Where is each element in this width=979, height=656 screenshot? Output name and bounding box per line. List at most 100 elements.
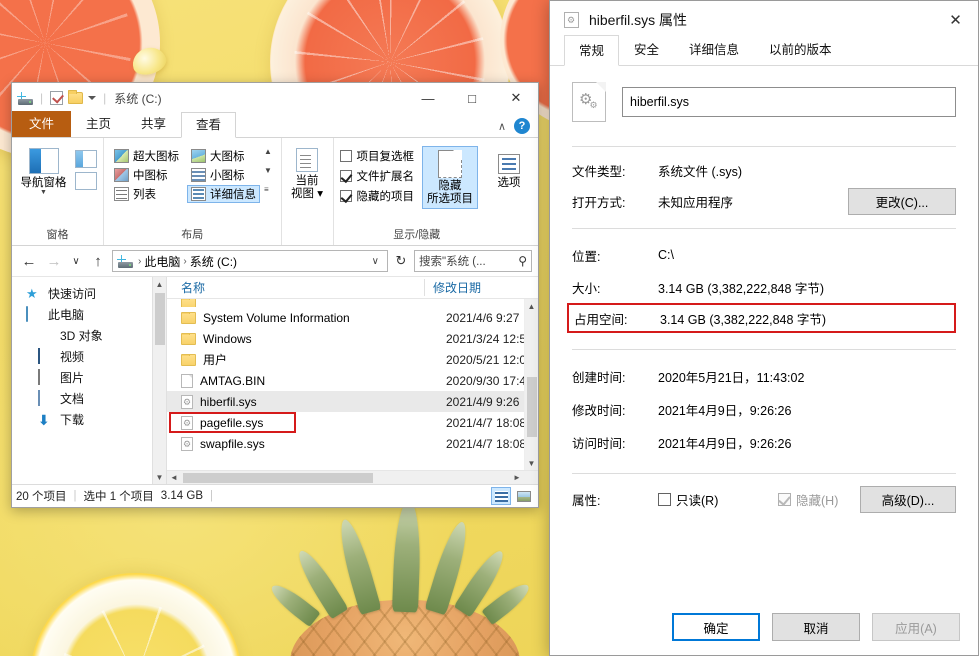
navpane-scroll-thumb[interactable] bbox=[155, 293, 165, 345]
checkbox-item-checkboxes[interactable]: 项目复选框 bbox=[339, 146, 414, 166]
search-input[interactable]: 搜索"系统 (... ⚲ bbox=[414, 250, 532, 272]
table-row[interactable] bbox=[167, 299, 538, 307]
breadcrumb-this-pc[interactable]: 此电脑 bbox=[144, 253, 180, 270]
table-row[interactable]: 用户 2020/5/21 12:0 bbox=[167, 349, 538, 370]
help-icon[interactable]: ? bbox=[514, 118, 530, 134]
thumbnail-view-toggle[interactable] bbox=[514, 487, 534, 505]
file-explorer-window[interactable]: | | 系统 (C:) — □ ✕ 文件 主页 共享 查看 ∧ ? 导航窗格 ▼… bbox=[11, 82, 539, 508]
properties-icon[interactable] bbox=[50, 91, 64, 105]
layout-scroll-controls[interactable]: ▲ ▼ ≡ bbox=[262, 147, 274, 195]
readonly-checkbox[interactable] bbox=[658, 492, 671, 506]
details-view-toggle[interactable] bbox=[491, 487, 511, 505]
table-row[interactable]: swapfile.sys 2021/4/7 18:08 bbox=[167, 433, 538, 454]
ribbon-tabstrip-right[interactable]: ∧ ? bbox=[498, 118, 538, 137]
ribbon-tabstrip[interactable]: 文件 主页 共享 查看 ∧ ? bbox=[12, 111, 538, 138]
sidebar-item-videos[interactable]: 视频 bbox=[12, 346, 166, 367]
address-breadcrumb-bar[interactable]: › 此电脑 › 系统 (C:) ∨ bbox=[112, 250, 388, 272]
filelist-scroll-thumb[interactable] bbox=[527, 377, 537, 437]
tab-view[interactable]: 查看 bbox=[181, 112, 237, 138]
refresh-button[interactable]: ↻ bbox=[391, 250, 411, 272]
filelist-hscroll-thumb[interactable] bbox=[183, 473, 373, 483]
details-pane-icon[interactable] bbox=[75, 172, 97, 190]
layout-scroll-down-icon[interactable]: ▼ bbox=[264, 167, 272, 175]
file-properties-dialog[interactable]: hiberfil.sys 属性 ✕ 常规 安全 详细信息 以前的版本 ⚙⚙ hi… bbox=[549, 0, 979, 656]
table-row-selected[interactable]: hiberfil.sys 2021/4/9 9:26 bbox=[167, 391, 538, 412]
layout-expand-icon[interactable]: ≡ bbox=[264, 186, 272, 194]
options-button[interactable]: 选项 bbox=[486, 146, 532, 190]
table-row[interactable]: pagefile.sys 2021/4/7 18:08 bbox=[167, 412, 538, 433]
hidden-items-checkbox[interactable] bbox=[339, 190, 352, 202]
navigation-pane[interactable]: ★ 快速访问 此电脑 3D 对象 视频 图片 文档 ⬇ 下载 ▲ ▼ bbox=[12, 277, 167, 484]
tab-file[interactable]: 文件 bbox=[12, 111, 72, 137]
quick-access-toolbar[interactable]: | | bbox=[17, 90, 108, 105]
file-extensions-checkbox[interactable] bbox=[339, 170, 352, 182]
file-list-pane[interactable]: 名称 修改日期 System Volume Information 2021/4… bbox=[167, 277, 538, 484]
file-list-header[interactable]: 名称 修改日期 bbox=[167, 277, 538, 299]
show-hide-checkbox-list[interactable]: 项目复选框 文件扩展名 隐藏的项目 bbox=[339, 146, 414, 206]
filename-input[interactable]: hiberfil.sys bbox=[622, 87, 956, 117]
filelist-hscroll-left-icon[interactable]: ◄ bbox=[167, 473, 181, 482]
up-button[interactable]: ↑ bbox=[87, 250, 109, 272]
back-button[interactable]: ← bbox=[18, 250, 40, 272]
table-row[interactable]: AMTAG.BIN 2020/9/30 17:4 bbox=[167, 370, 538, 391]
apply-button[interactable]: 应用(A) bbox=[872, 613, 960, 641]
checkbox-hidden-items[interactable]: 隐藏的项目 bbox=[339, 186, 414, 206]
sidebar-item-documents[interactable]: 文档 bbox=[12, 388, 166, 409]
column-header-date[interactable]: 修改日期 bbox=[424, 279, 524, 296]
preview-pane-icon[interactable] bbox=[75, 150, 97, 168]
navpane-scroll-up-icon[interactable]: ▲ bbox=[153, 277, 166, 291]
current-view-button[interactable]: 当前 视图 ▾ bbox=[288, 144, 327, 201]
tab-previous-versions[interactable]: 以前的版本 bbox=[754, 34, 847, 65]
explorer-titlebar[interactable]: | | 系统 (C:) — □ ✕ bbox=[12, 83, 538, 113]
tab-details[interactable]: 详细信息 bbox=[674, 34, 754, 65]
advanced-button[interactable]: 高级(D)... bbox=[860, 485, 956, 513]
collapse-ribbon-icon[interactable]: ∧ bbox=[498, 120, 506, 133]
breadcrumb-system-c[interactable]: 系统 (C:) bbox=[190, 253, 237, 270]
tab-security[interactable]: 安全 bbox=[619, 34, 674, 65]
layout-details[interactable]: 详细信息 bbox=[187, 185, 260, 203]
close-button[interactable]: ✕ bbox=[933, 1, 978, 39]
address-dropdown-caret-icon[interactable]: ∨ bbox=[368, 256, 383, 267]
filelist-scrollbar[interactable]: ▲ ▼ bbox=[524, 299, 538, 470]
address-bar-row[interactable]: ← → ∨ ↑ › 此电脑 › 系统 (C:) ∨ ↻ 搜索"系统 (... ⚲ bbox=[12, 246, 538, 276]
status-view-toggles[interactable] bbox=[491, 487, 534, 505]
tab-general[interactable]: 常规 bbox=[564, 35, 620, 66]
filelist-scroll-down-icon[interactable]: ▼ bbox=[525, 456, 538, 470]
item-checkboxes-checkbox[interactable] bbox=[339, 150, 352, 162]
close-button[interactable]: ✕ bbox=[494, 83, 538, 113]
forward-button[interactable]: → bbox=[43, 250, 65, 272]
sidebar-item-this-pc[interactable]: 此电脑 bbox=[12, 304, 166, 325]
navpane-scrollbar[interactable]: ▲ ▼ bbox=[152, 277, 166, 484]
customize-qat-caret-icon[interactable] bbox=[88, 96, 97, 100]
maximize-button[interactable]: □ bbox=[450, 83, 494, 113]
layout-scroll-up-icon[interactable]: ▲ bbox=[264, 148, 272, 156]
navigation-pane-caret-icon[interactable]: ▼ bbox=[40, 189, 47, 196]
sidebar-item-quick-access[interactable]: ★ 快速访问 bbox=[12, 283, 166, 304]
filelist-hscroll-right-icon[interactable]: ► bbox=[510, 473, 524, 482]
layout-medium-icons[interactable]: 中图标 bbox=[110, 166, 183, 184]
checkbox-file-extensions[interactable]: 文件扩展名 bbox=[339, 166, 414, 186]
file-list-body[interactable]: System Volume Information 2021/4/6 9:27 … bbox=[167, 299, 538, 470]
minimize-button[interactable]: — bbox=[406, 83, 450, 113]
properties-tabstrip[interactable]: 常规 安全 详细信息 以前的版本 bbox=[550, 35, 978, 66]
layout-extra-large-icons[interactable]: 超大图标 bbox=[110, 147, 183, 165]
hide-selected-items-button[interactable]: 隐藏 所选项目 bbox=[422, 146, 478, 209]
filelist-hscrollbar[interactable]: ◄ ► bbox=[167, 470, 538, 484]
recent-locations-button[interactable]: ∨ bbox=[68, 250, 84, 272]
layout-list[interactable]: 列表 bbox=[110, 185, 183, 203]
table-row[interactable]: System Volume Information 2021/4/6 9:27 bbox=[167, 307, 538, 328]
column-header-name[interactable]: 名称 bbox=[167, 279, 424, 296]
change-program-button[interactable]: 更改(C)... bbox=[848, 187, 956, 215]
layout-options-grid[interactable]: 超大图标 大图标 中图标 小图标 列表 详细信息 bbox=[110, 147, 260, 203]
new-folder-icon[interactable] bbox=[68, 90, 84, 104]
tab-home[interactable]: 主页 bbox=[71, 112, 126, 137]
layout-small-icons[interactable]: 小图标 bbox=[187, 166, 260, 184]
table-row[interactable]: Windows 2021/3/24 12:5 bbox=[167, 328, 538, 349]
navigation-pane-button[interactable]: 导航窗格 ▼ bbox=[18, 144, 69, 196]
readonly-checkbox-group[interactable]: 只读(R) bbox=[658, 490, 778, 509]
sidebar-item-downloads[interactable]: ⬇ 下载 bbox=[12, 409, 166, 430]
sidebar-item-pictures[interactable]: 图片 bbox=[12, 367, 166, 388]
cancel-button[interactable]: 取消 bbox=[772, 613, 860, 641]
ribbon[interactable]: 导航窗格 ▼ 窗格 超大图标 大图标 中图标 小图标 列表 详细信息 ▲ ▼ ≡… bbox=[12, 138, 538, 246]
sidebar-item-3d-objects[interactable]: 3D 对象 bbox=[12, 325, 166, 346]
